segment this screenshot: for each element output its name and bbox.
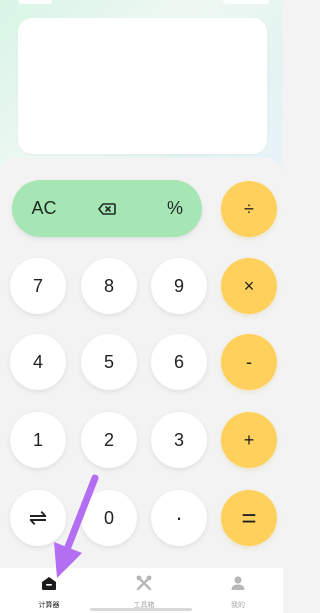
status-icons (223, 0, 269, 4)
digit-7-button[interactable]: 7 (10, 258, 66, 314)
tab-label: 我的 (231, 602, 245, 609)
backspace-icon (98, 202, 116, 215)
clear-label: AC (31, 198, 57, 218)
tab-label: 计算器 (38, 602, 60, 609)
home-icon (42, 577, 56, 590)
plus-button[interactable]: + (221, 412, 277, 468)
home-indicator (90, 608, 192, 611)
decimal-button[interactable]: · (151, 490, 207, 546)
digit-5-button[interactable]: 5 (81, 334, 137, 390)
percent-label: % (166, 198, 183, 218)
digit-9-button[interactable]: 9 (151, 258, 207, 314)
swap-button[interactable]: ⇌ (10, 490, 66, 546)
divide-label: ÷ (244, 198, 254, 219)
backspace-button[interactable] (90, 180, 124, 237)
digit-label: 2 (103, 429, 114, 450)
clear-button[interactable]: AC (26, 180, 62, 237)
plus-label: + (243, 429, 255, 450)
digit-label: 8 (103, 275, 114, 296)
tab-toolbox[interactable]: 工具箱 (114, 574, 174, 610)
digit-4-button[interactable]: 4 (10, 334, 66, 390)
digit-label: 7 (32, 275, 43, 296)
digit-label: 1 (32, 429, 43, 450)
tab-calculator[interactable]: 计算器 (19, 574, 79, 610)
digit-1-button[interactable]: 1 (10, 412, 66, 468)
digit-3-button[interactable]: 3 (151, 412, 207, 468)
user-icon (231, 576, 245, 590)
decimal-label: · (175, 505, 183, 530)
digit-label: 9 (173, 275, 184, 296)
digit-label: 4 (32, 351, 43, 372)
bottom-tab-bar: 计算器 工具箱 我的 (0, 568, 283, 613)
digit-label: 3 (173, 429, 184, 450)
tab-mine[interactable]: 我的 (208, 574, 268, 610)
equals-button[interactable]: = (221, 490, 277, 546)
status-time (18, 0, 52, 4)
digit-label: 5 (103, 351, 114, 372)
multiply-label: × (243, 275, 255, 296)
calculator-display (18, 18, 267, 154)
digit-6-button[interactable]: 6 (151, 334, 207, 390)
tools-icon (136, 575, 152, 591)
status-bar (0, 0, 283, 8)
multiply-button[interactable]: × (221, 258, 277, 314)
digit-8-button[interactable]: 8 (81, 258, 137, 314)
minus-button[interactable]: - (221, 334, 277, 390)
equals-label: = (241, 502, 257, 533)
function-keys-group: AC % (12, 180, 202, 237)
digit-label: 6 (173, 351, 184, 372)
percent-button[interactable]: % (158, 180, 192, 237)
digit-2-button[interactable]: 2 (81, 412, 137, 468)
digit-0-button[interactable]: 0 (81, 490, 137, 546)
swap-icon: ⇌ (28, 505, 48, 530)
minus-label: - (246, 351, 252, 372)
divide-button[interactable]: ÷ (221, 181, 277, 237)
digit-label: 0 (103, 507, 114, 528)
